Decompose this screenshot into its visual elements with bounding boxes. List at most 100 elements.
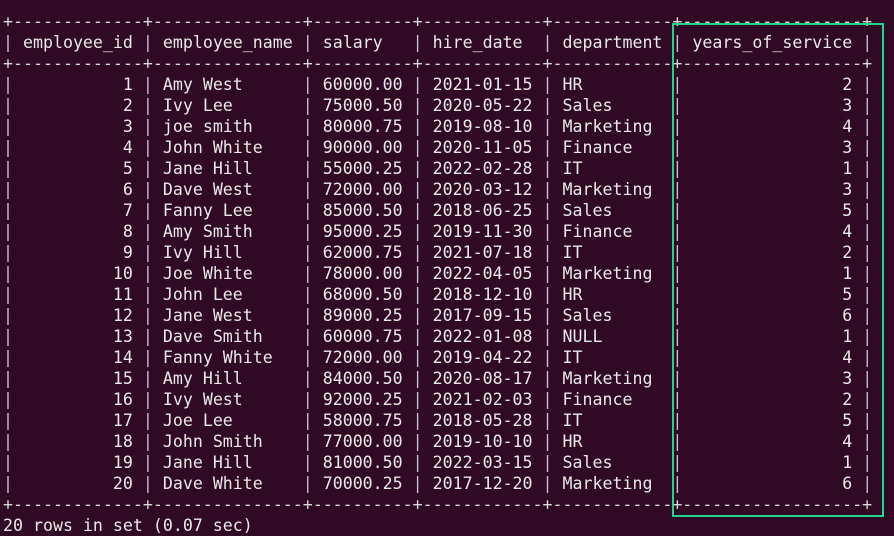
cell-salary: 60000.75 xyxy=(312,327,413,346)
cell-salary: 78000.00 xyxy=(312,264,413,283)
cell-hire-date: 2022-04-05 xyxy=(422,264,543,283)
cell-salary: 68000.50 xyxy=(312,285,413,304)
table-row: | 17 | Joe Lee | 58000.75 | 2018-05-28 |… xyxy=(3,410,872,431)
table-row: | 18 | John Smith | 77000.00 | 2019-10-1… xyxy=(3,431,872,452)
column-separator: | xyxy=(302,432,313,451)
cell-years-of-service: 3 xyxy=(682,96,863,115)
cell-salary: 84000.50 xyxy=(312,369,413,388)
cell-salary: 80000.75 xyxy=(312,117,413,136)
cell-employee-id: 15 xyxy=(13,369,143,388)
column-separator: | xyxy=(412,96,423,115)
cell-salary: 81000.50 xyxy=(312,453,413,472)
column-separator: | xyxy=(412,411,423,430)
cell-hire-date: 2019-11-30 xyxy=(422,222,543,241)
column-separator: | xyxy=(302,453,313,472)
cell-salary: 77000.00 xyxy=(312,432,413,451)
column-separator: | xyxy=(542,222,553,241)
table-row: | 3 | joe smith | 80000.75 | 2019-08-10 … xyxy=(3,116,872,137)
table-row: | 4 | John White | 90000.00 | 2020-11-05… xyxy=(3,137,872,158)
column-separator: | xyxy=(542,138,553,157)
column-separator: | xyxy=(672,243,683,262)
column-separator: | xyxy=(542,75,553,94)
column-separator: | xyxy=(412,474,423,493)
cell-department: HR xyxy=(552,432,673,451)
cell-salary: 62000.75 xyxy=(312,243,413,262)
column-separator: | xyxy=(142,33,153,52)
cell-salary: 60000.00 xyxy=(312,75,413,94)
column-separator: | xyxy=(302,75,313,94)
column-separator: | xyxy=(142,75,153,94)
column-separator: | xyxy=(672,75,683,94)
cell-salary: 90000.00 xyxy=(312,138,413,157)
cell-employee-id: 17 xyxy=(13,411,143,430)
column-separator: | xyxy=(672,348,683,367)
cell-employee-id: 5 xyxy=(13,159,143,178)
column-separator: | xyxy=(142,348,153,367)
column-separator: | xyxy=(672,138,683,157)
cell-employee-name: joe smith xyxy=(152,117,303,136)
cell-employee-name: Ivy Hill xyxy=(152,243,303,262)
cell-department: IT xyxy=(552,243,673,262)
column-separator: | xyxy=(862,327,873,346)
column-separator: | xyxy=(542,264,553,283)
column-separator: | xyxy=(672,180,683,199)
column-separator: | xyxy=(3,306,13,325)
column-separator: | xyxy=(3,201,13,220)
column-separator: | xyxy=(862,117,873,136)
column-separator: | xyxy=(302,117,313,136)
cell-employee-name: Joe Lee xyxy=(152,411,303,430)
cell-salary: 58000.75 xyxy=(312,411,413,430)
column-separator: | xyxy=(862,96,873,115)
cell-hire-date: 2020-03-12 xyxy=(422,180,543,199)
cell-years-of-service: 3 xyxy=(682,138,863,157)
column-separator: | xyxy=(672,453,683,472)
cell-salary: 95000.25 xyxy=(312,222,413,241)
status-line: 20 rows in set (0.07 sec) xyxy=(3,516,253,535)
cell-years-of-service: 1 xyxy=(682,159,863,178)
column-separator: | xyxy=(412,432,423,451)
column-separator: | xyxy=(3,117,13,136)
cell-employee-id: 13 xyxy=(13,327,143,346)
column-separator: | xyxy=(862,348,873,367)
cell-years-of-service: 4 xyxy=(682,432,863,451)
cell-employee-id: 1 xyxy=(13,75,143,94)
column-separator: | xyxy=(542,201,553,220)
column-separator: | xyxy=(542,390,553,409)
cell-years-of-service: 3 xyxy=(682,369,863,388)
column-separator: | xyxy=(672,369,683,388)
column-separator: | xyxy=(302,411,313,430)
cell-hire-date: 2020-05-22 xyxy=(422,96,543,115)
cell-employee-name: Ivy Lee xyxy=(152,96,303,115)
cell-employee-name: Amy Smith xyxy=(152,222,303,241)
cell-years-of-service: 1 xyxy=(682,327,863,346)
column-separator: | xyxy=(302,33,313,52)
column-separator: | xyxy=(542,453,553,472)
column-separator: | xyxy=(862,222,873,241)
column-separator: | xyxy=(302,138,313,157)
cell-employee-id: 20 xyxy=(13,474,143,493)
table-row: | 1 | Amy West | 60000.00 | 2021-01-15 |… xyxy=(3,74,872,95)
column-separator: | xyxy=(3,264,13,283)
table-row: | 5 | Jane Hill | 55000.25 | 2022-02-28 … xyxy=(3,158,872,179)
column-separator: | xyxy=(142,474,153,493)
column-separator: | xyxy=(3,75,13,94)
column-separator: | xyxy=(542,96,553,115)
cell-salary: 85000.50 xyxy=(312,201,413,220)
column-separator: | xyxy=(3,243,13,262)
cell-employee-id: 6 xyxy=(13,180,143,199)
column-separator: | xyxy=(142,96,153,115)
column-separator: | xyxy=(3,96,13,115)
cell-department: HR xyxy=(552,285,673,304)
column-header-employee-name: employee_name xyxy=(152,33,303,52)
column-separator: | xyxy=(142,432,153,451)
cell-employee-name: Dave White xyxy=(152,474,303,493)
cell-hire-date: 2022-03-15 xyxy=(422,453,543,472)
cell-hire-date: 2022-01-08 xyxy=(422,327,543,346)
cell-employee-name: John Lee xyxy=(152,285,303,304)
table-border-top: +-------------+---------------+---------… xyxy=(3,12,873,31)
column-separator: | xyxy=(542,243,553,262)
cell-employee-name: Dave Smith xyxy=(152,327,303,346)
cell-employee-name: Joe White xyxy=(152,264,303,283)
column-header-department: department xyxy=(552,33,673,52)
column-separator: | xyxy=(672,201,683,220)
